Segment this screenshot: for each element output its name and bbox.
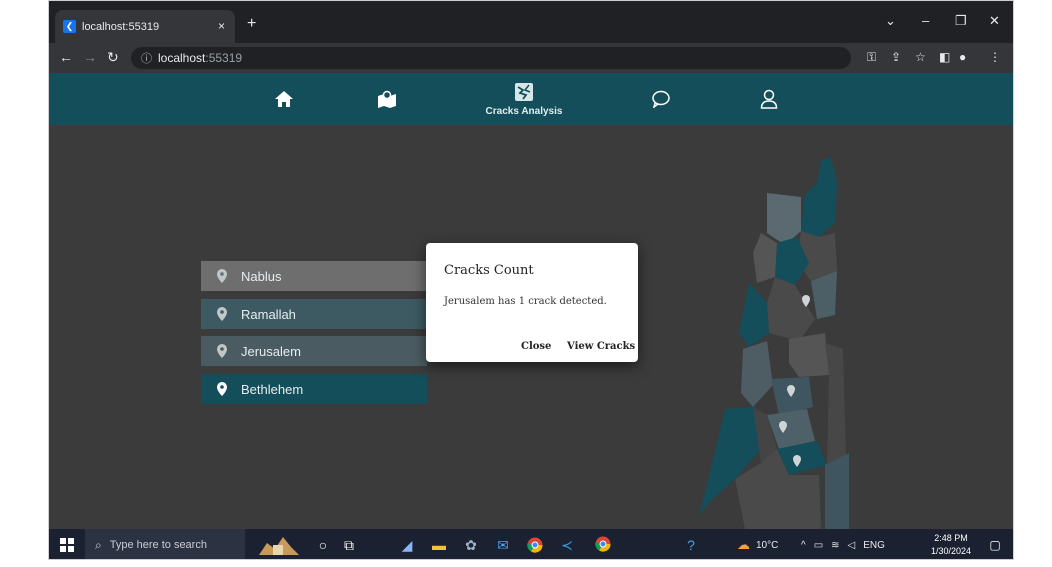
weather-widget[interactable]: ☁ 10°C (737, 529, 779, 559)
browser-window: ❮ localhost:55319 × + ⌄ – ❐ ✕ ← → ↻ ⓘ lo… (48, 0, 1014, 560)
user-icon (760, 89, 778, 109)
nav-cracks-analysis[interactable]: Cracks Analysis (469, 73, 579, 125)
city-item-ramallah[interactable]: Ramallah (201, 299, 427, 329)
back-icon[interactable]: ← (59, 49, 73, 65)
main-content: Nablus Ramallah Jerusalem Bethlehem Crac… (49, 125, 1013, 529)
chrome-icon[interactable] (523, 529, 547, 559)
map-region[interactable] (801, 157, 837, 237)
app-navbar: Cracks Analysis (49, 73, 1013, 125)
language-indicator[interactable]: ENG (863, 540, 885, 551)
bookmark-star-icon[interactable]: ☆ (915, 50, 926, 64)
region-map[interactable] (649, 153, 849, 529)
taskbar: ⌕ Type here to search ○ ⧉ ◢ ▬ ✿ ✉ ≺ ? ☁ … (49, 529, 1013, 559)
close-button[interactable]: Close (521, 341, 551, 352)
location-pin-icon (217, 344, 227, 358)
tab-title: localhost:55319 (82, 20, 160, 33)
url-port: :55319 (205, 51, 243, 65)
favicon-icon: ❮ (63, 20, 76, 33)
cracks-count-dialog: Cracks Count Jerusalem has 1 crack detec… (426, 243, 638, 362)
notification-icon[interactable]: ▢ (983, 529, 1007, 559)
windows-start-icon[interactable] (55, 529, 79, 559)
map-region[interactable] (741, 341, 773, 407)
map-region[interactable] (825, 453, 849, 529)
nav-user[interactable] (749, 73, 789, 125)
map-region[interactable] (767, 277, 815, 341)
clock-time: 2:48 PM (934, 533, 968, 543)
tab-close-icon[interactable]: × (218, 19, 225, 33)
map-region[interactable] (739, 283, 769, 347)
cracks-analysis-icon (515, 82, 533, 101)
vscode-icon[interactable]: ≺ (555, 529, 579, 559)
volume-icon[interactable]: ◁ (848, 540, 856, 551)
url-input[interactable]: ⓘ localhost:55319 (131, 47, 851, 69)
minimize-button[interactable]: – (922, 13, 929, 28)
map-region[interactable] (767, 193, 801, 245)
news-widget-icon[interactable] (249, 529, 309, 559)
map-icon (378, 90, 396, 108)
side-panel-icon[interactable]: ◧ (939, 50, 950, 64)
clock-date: 1/30/2024 (930, 546, 972, 556)
search-placeholder: Type here to search (109, 539, 207, 551)
nav-home[interactable] (264, 73, 304, 125)
app-icon[interactable]: ✿ (459, 529, 483, 559)
city-label: Nablus (241, 268, 282, 284)
nav-cracks-analysis-label: Cracks Analysis (485, 105, 563, 117)
restore-button[interactable]: ❐ (955, 13, 967, 29)
profile-icon[interactable]: ● (959, 50, 966, 64)
chat-icon (652, 90, 670, 108)
forward-icon[interactable]: → (83, 49, 97, 65)
mail-icon[interactable]: ✉ (491, 529, 515, 559)
nav-map[interactable] (367, 73, 407, 125)
location-pin-icon (217, 307, 227, 321)
map-region[interactable] (789, 333, 829, 377)
url-host: localhost (158, 51, 206, 65)
app-icon[interactable]: ◢ (395, 529, 419, 559)
new-tab-button[interactable]: + (247, 15, 256, 33)
city-label: Jerusalem (241, 343, 301, 359)
share-icon[interactable]: ⇪ (891, 50, 901, 64)
battery-icon[interactable]: ▭ (814, 540, 823, 551)
reload-icon[interactable]: ↻ (107, 49, 119, 66)
file-explorer-icon[interactable]: ▬ (427, 529, 451, 559)
clock[interactable]: 2:48 PM 1/30/2024 (923, 532, 979, 558)
site-info-icon[interactable]: ⓘ (141, 50, 152, 66)
city-item-jerusalem[interactable]: Jerusalem (201, 336, 427, 366)
city-label: Ramallah (241, 306, 296, 322)
close-window-button[interactable]: ✕ (989, 13, 1000, 29)
dialog-title: Cracks Count (444, 263, 534, 278)
city-item-bethlehem[interactable]: Bethlehem (201, 374, 427, 404)
menu-icon[interactable]: ⋮ (989, 50, 1001, 64)
weather-icon: ☁ (737, 537, 750, 552)
city-label: Bethlehem (241, 381, 304, 397)
weather-temp: 10°C (756, 539, 779, 551)
cortana-icon[interactable]: ○ (311, 529, 335, 559)
city-item-nablus[interactable]: Nablus (201, 261, 427, 291)
home-icon (275, 91, 293, 107)
tab-bar: ❮ localhost:55319 × + ⌄ – ❐ ✕ (49, 1, 1013, 43)
dialog-message: Jerusalem has 1 crack detected. (444, 296, 607, 307)
chrome-active-icon[interactable] (591, 529, 615, 559)
view-cracks-button[interactable]: View Cracks (567, 341, 635, 352)
wifi-icon[interactable]: ≋ (831, 540, 839, 551)
key-icon[interactable]: ⚿ (867, 50, 876, 65)
browser-tab[interactable]: ❮ localhost:55319 × (55, 10, 235, 43)
search-icon: ⌕ (95, 537, 102, 552)
system-tray[interactable]: ^ ▭ ≋ ◁ ENG (801, 529, 885, 559)
task-view-icon[interactable]: ⧉ (337, 529, 361, 559)
tab-search-icon[interactable]: ⌄ (885, 13, 896, 29)
map-region[interactable] (753, 233, 777, 283)
chevron-up-icon[interactable]: ^ (801, 540, 806, 551)
help-icon[interactable]: ? (679, 529, 703, 559)
taskbar-search-input[interactable]: ⌕ Type here to search (85, 529, 245, 559)
nav-chat[interactable] (641, 73, 681, 125)
address-toolbar: ← → ↻ ⓘ localhost:55319 ⚿ ⇪ ☆ ◧ ● ⋮ (49, 43, 1013, 73)
location-pin-icon (217, 382, 227, 396)
location-pin-icon (217, 269, 227, 283)
